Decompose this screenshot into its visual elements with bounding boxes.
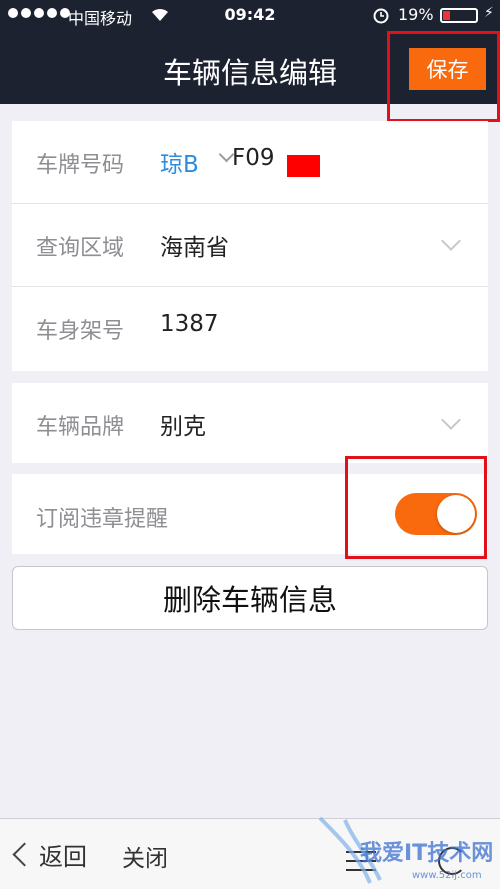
watermark-text: 我爱IT技术网 bbox=[360, 841, 493, 866]
back-label: 返回 bbox=[39, 843, 87, 871]
frame-number-input[interactable]: 1387 bbox=[160, 311, 219, 337]
annotation-highlight-toggle bbox=[345, 456, 487, 559]
frame-label: 车身架号 bbox=[36, 319, 125, 344]
region-label: 查询区域 bbox=[36, 236, 125, 261]
delete-vehicle-button[interactable]: 删除车辆信息 bbox=[12, 566, 488, 630]
chevron-down-icon bbox=[441, 231, 461, 251]
frame-row: 车身架号 1387 bbox=[12, 287, 488, 369]
brand-row[interactable]: 车辆品牌 别克 bbox=[12, 383, 488, 463]
redaction-box bbox=[287, 155, 320, 177]
brand-card: 车辆品牌 别克 bbox=[12, 383, 488, 463]
vehicle-info-card: 车牌号码 琼B F09 查询区域 海南省 车身架号 1387 bbox=[12, 121, 488, 371]
close-button[interactable]: 关闭 bbox=[122, 839, 168, 873]
watermark-logo: 我爱IT技术网 www.52ij.com bbox=[318, 816, 493, 884]
battery-icon bbox=[440, 8, 478, 23]
chevron-down-icon bbox=[441, 410, 461, 430]
chevron-left-icon bbox=[12, 842, 37, 867]
plate-prefix-selector[interactable]: 琼B bbox=[160, 145, 199, 179]
plate-label: 车牌号码 bbox=[36, 153, 125, 178]
annotation-highlight-save bbox=[387, 31, 500, 122]
brand-label: 车辆品牌 bbox=[36, 415, 125, 440]
region-value: 海南省 bbox=[160, 235, 229, 261]
charging-bolt-icon: ⚡ bbox=[484, 5, 494, 21]
region-row[interactable]: 查询区域 海南省 bbox=[12, 204, 488, 286]
plate-number-input[interactable]: F09 bbox=[232, 145, 275, 171]
watermark-url: www.52ij.com bbox=[412, 870, 482, 881]
plate-row: 车牌号码 琼B F09 bbox=[12, 121, 488, 203]
alarm-clock-icon bbox=[372, 6, 390, 28]
subscribe-label: 订阅违章提醒 bbox=[36, 507, 169, 532]
back-button[interactable]: 返回 bbox=[12, 837, 87, 872]
battery-percent: 19% bbox=[398, 5, 434, 24]
brand-value: 别克 bbox=[160, 414, 206, 440]
status-bar: 中国移动 09:42 19% ⚡ bbox=[0, 0, 500, 32]
